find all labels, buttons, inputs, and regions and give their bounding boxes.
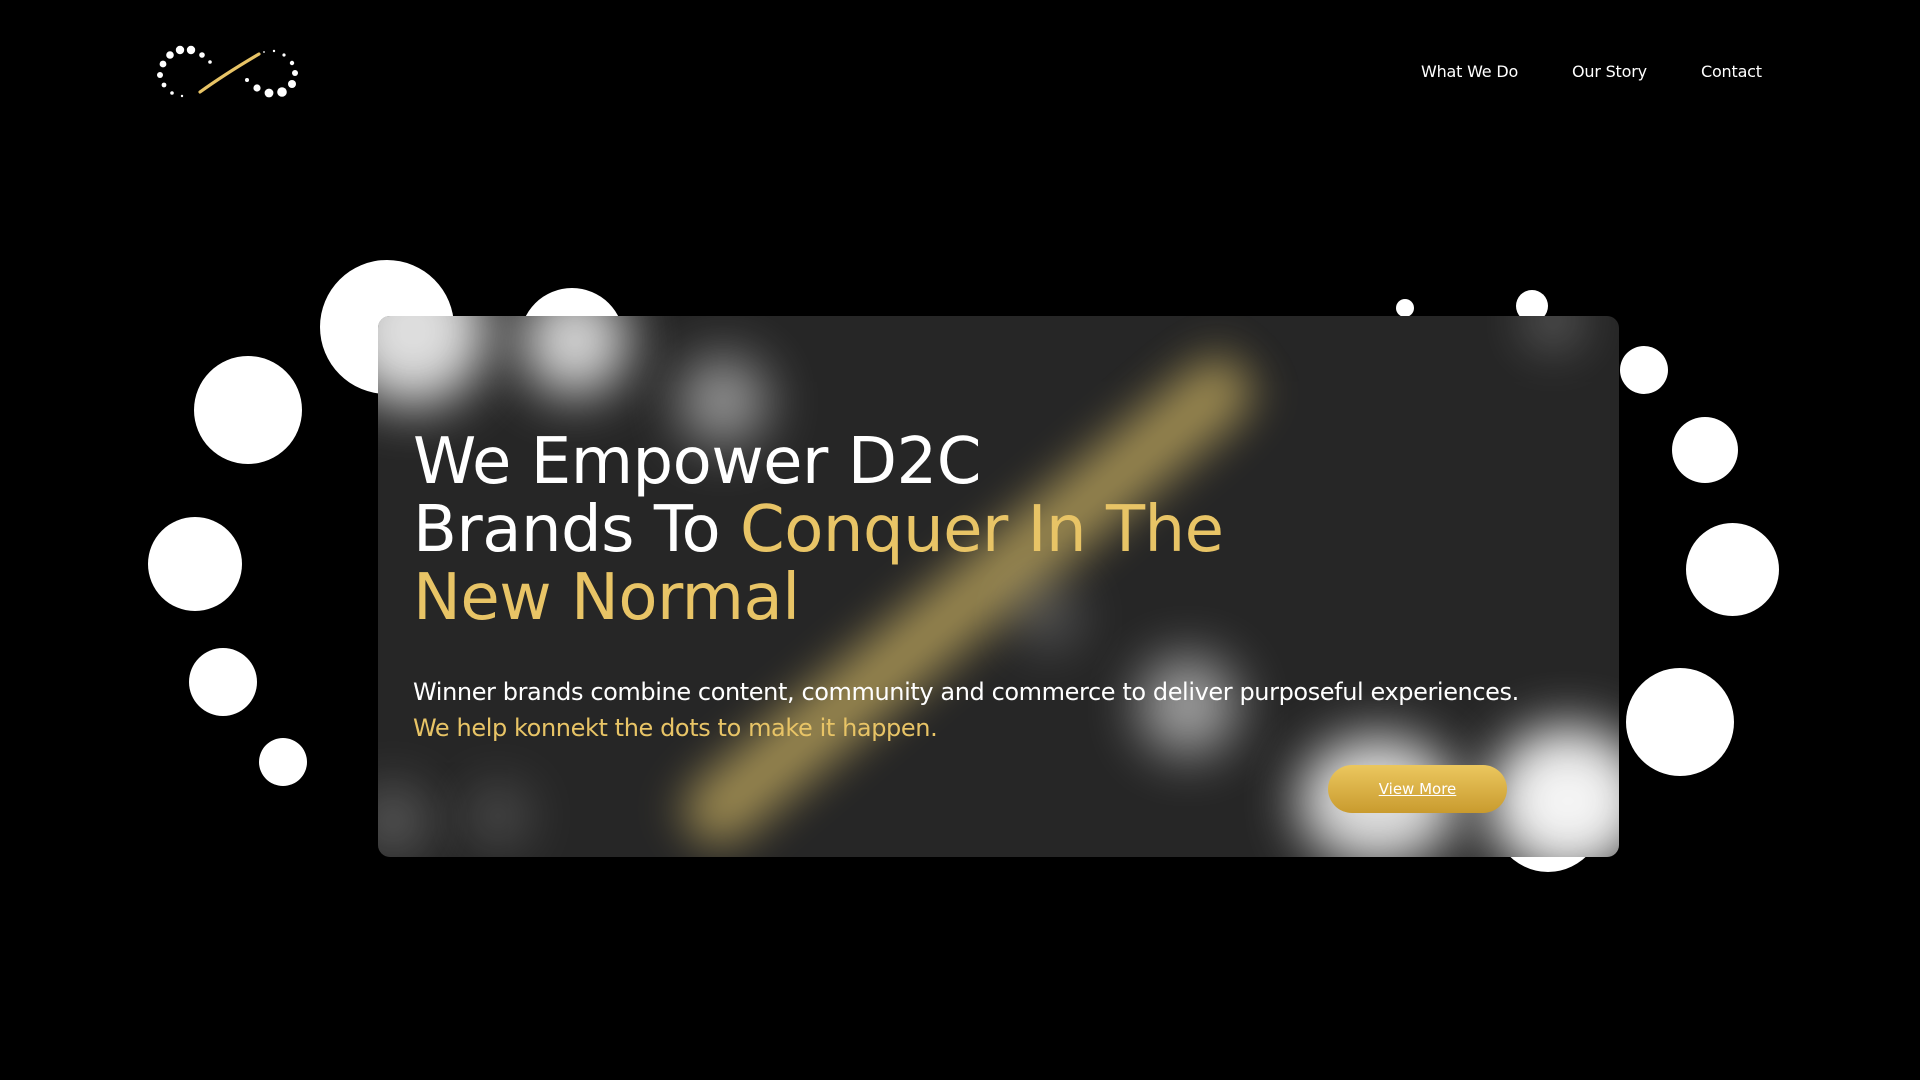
blurred-dot: [1528, 316, 1578, 346]
decorative-dot: [1626, 668, 1734, 776]
view-more-button[interactable]: View More: [1328, 765, 1507, 813]
nav-our-story[interactable]: Our Story: [1572, 62, 1647, 81]
decorative-dot: [259, 738, 307, 786]
decorative-dot: [194, 356, 302, 464]
hero-title-white-part: Brands To: [413, 493, 741, 567]
page: What We Do Our Story Contact We Empower …: [0, 0, 1920, 1080]
blurred-dot: [468, 786, 528, 846]
blurred-dot: [378, 316, 488, 406]
decorative-dot: [1620, 346, 1668, 394]
blurred-dot: [378, 786, 428, 856]
hero-title-gold-part: Conquer In The: [740, 493, 1224, 567]
decorative-dot: [1396, 299, 1414, 317]
blurred-dot: [1488, 726, 1619, 857]
decorative-dot: [148, 517, 242, 611]
decorative-dot: [1686, 523, 1779, 616]
main-nav: What We Do Our Story Contact: [0, 62, 1920, 88]
nav-contact[interactable]: Contact: [1701, 62, 1762, 81]
blurred-dot: [520, 316, 630, 396]
hero-subtitle: Winner brands combine content, community…: [413, 678, 1519, 706]
decorative-dot: [189, 648, 257, 716]
hero-subtitle-gold: We help konnekt the dots to make it happ…: [413, 714, 938, 742]
hero-title-line-3: New Normal: [413, 561, 800, 635]
hero-title-line-1: We Empower D2C: [413, 425, 981, 499]
hero-card: We Empower D2C Brands To Conquer In The …: [378, 316, 1619, 857]
decorative-dot: [1672, 417, 1738, 483]
nav-what-we-do[interactable]: What We Do: [1421, 62, 1518, 81]
hero-title: We Empower D2C Brands To Conquer In The …: [413, 425, 1224, 635]
hero-title-line-2: Brands To Conquer In The: [413, 493, 1224, 567]
